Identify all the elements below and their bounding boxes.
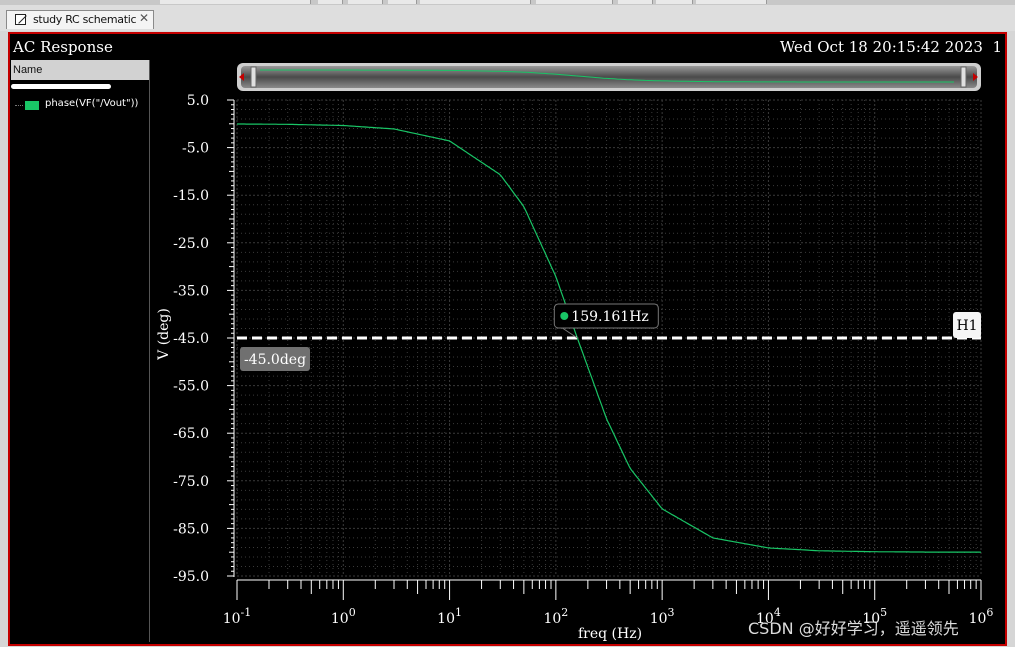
y-tick-label: -95.0 — [173, 569, 209, 585]
h1-marker-label: H1 — [956, 318, 977, 334]
x-tick-label: 106 — [969, 606, 994, 627]
y-tick-label: -55.0 — [173, 379, 209, 395]
y-tick-label: -25.0 — [173, 236, 209, 252]
toolbar-segment[interactable] — [318, 0, 343, 4]
toolbar-segment[interactable] — [696, 0, 767, 4]
scroll-handle-left[interactable] — [250, 66, 257, 88]
schematic-icon — [15, 14, 26, 25]
x-tick-label: 100 — [331, 606, 356, 627]
toolbar-segment[interactable] — [160, 0, 311, 4]
toolbar-segment[interactable] — [348, 0, 383, 4]
tab-strip: study RC schematic ✕ — [0, 5, 1015, 31]
y-axis-label: V (deg) — [156, 308, 172, 361]
x-tick-label: 102 — [543, 606, 568, 627]
y-tick-label: -35.0 — [173, 283, 209, 299]
waveform-window: AC Response Wed Oct 18 20:15:42 2023 1 N… — [8, 32, 1007, 646]
toolbar-segment[interactable] — [536, 0, 613, 4]
toolbar-segment[interactable] — [656, 0, 693, 4]
y-tick-label: -65.0 — [173, 426, 209, 442]
close-icon[interactable]: ✕ — [139, 11, 149, 25]
watermark: CSDN @好好学习，遥遥领先 — [748, 619, 959, 638]
marker-frequency-label: 159.161Hz — [571, 309, 648, 325]
y-tick-label: -75.0 — [173, 474, 209, 490]
x-tick-label: 101 — [437, 606, 462, 627]
h1-value-label: -45.0deg — [244, 352, 306, 368]
toolbar-segment[interactable] — [618, 0, 653, 4]
marker-dot — [560, 312, 569, 320]
y-tick-label: -45.0 — [173, 331, 209, 347]
scroll-handle-right[interactable] — [960, 66, 967, 88]
tab-label: study RC schematic — [33, 13, 137, 26]
x-tick-label: 10-1 — [223, 606, 252, 627]
y-tick-label: -85.0 — [173, 521, 209, 537]
overview-scrollbar[interactable] — [237, 63, 981, 91]
y-tick-label: -15.0 — [173, 188, 209, 204]
y-tick-label: -5.0 — [182, 141, 209, 157]
x-tick-label: 103 — [650, 606, 675, 627]
y-tick-label: 5.0 — [187, 93, 209, 109]
toolbar-segment[interactable] — [388, 0, 417, 4]
plot-area[interactable]: 5.0 -5.0 -15.0 -25.0 -35.0 -45.0 -55.0 -65.0 -75… — [10, 34, 1005, 644]
x-axis-label: freq (Hz) — [578, 626, 642, 642]
tab-study-rc-schematic[interactable]: study RC schematic ✕ — [6, 10, 154, 29]
toolbar-segment[interactable] — [420, 0, 531, 4]
